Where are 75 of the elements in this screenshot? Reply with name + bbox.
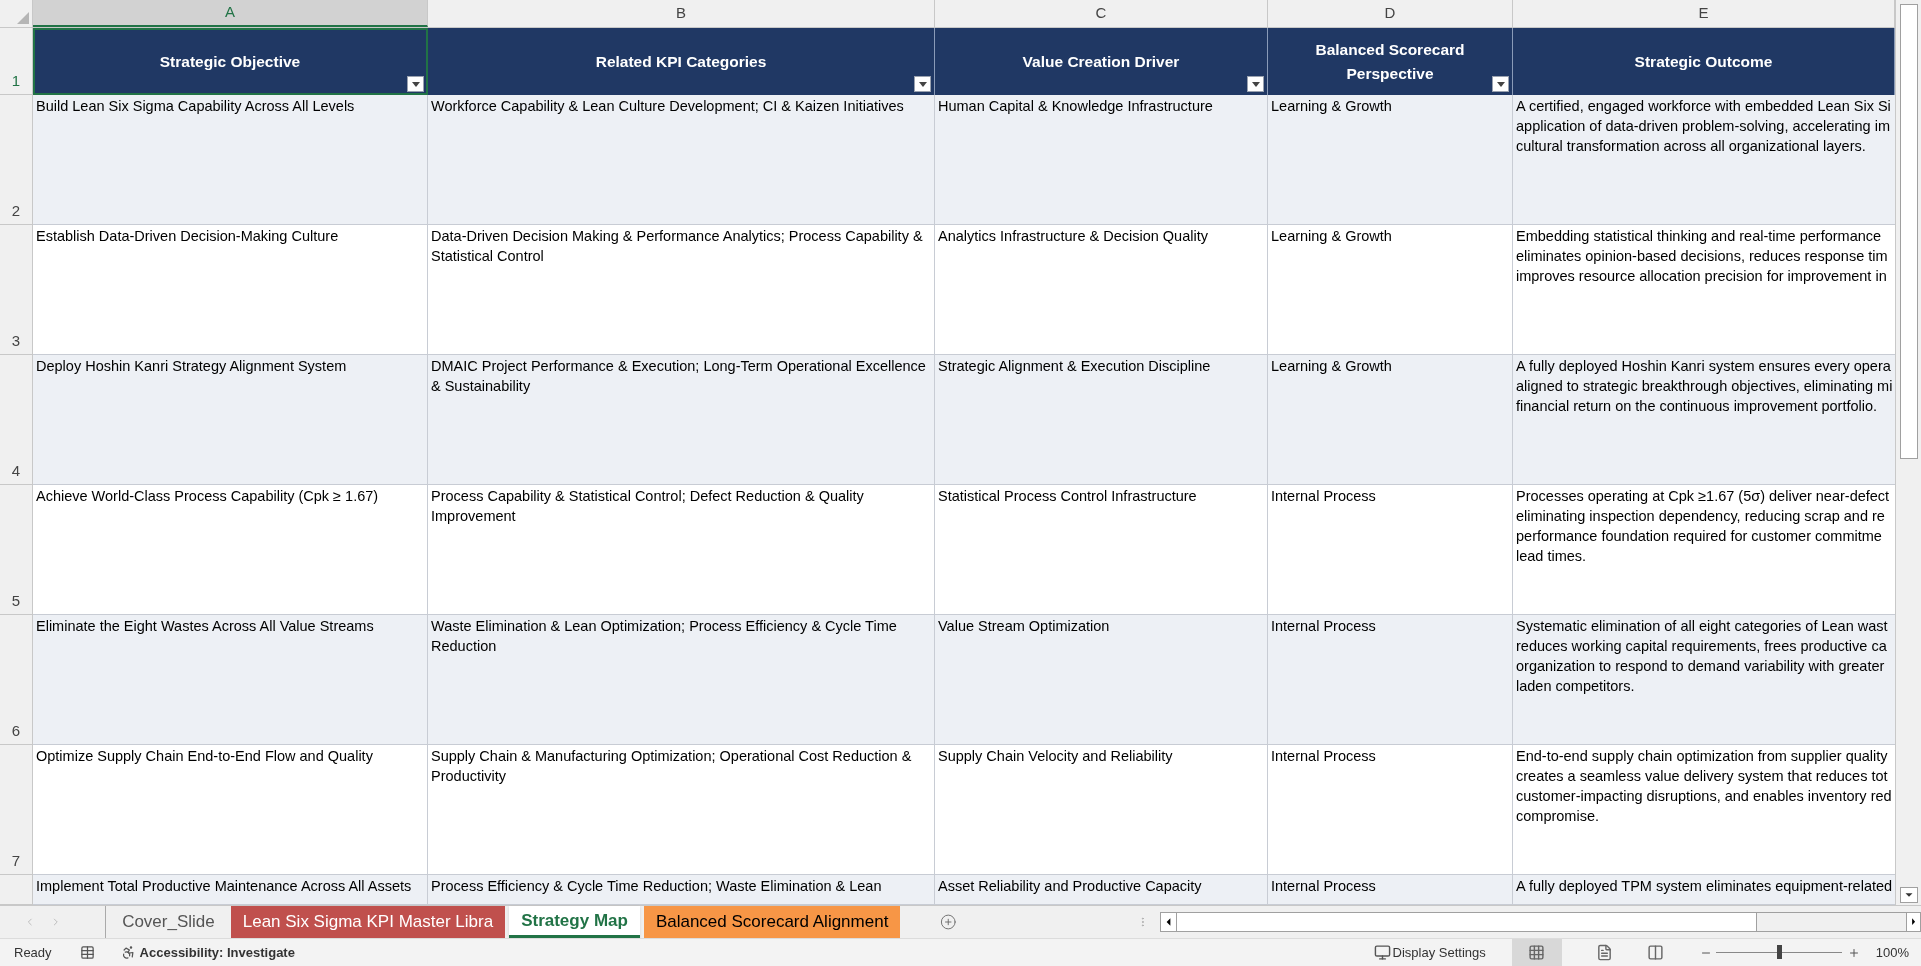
table-cell: Internal Process	[1268, 875, 1513, 905]
table-cell: Process Capability & Statistical Control; Defect Reduction & Quality Improvement	[428, 485, 935, 615]
display-settings-link[interactable]: Display Settings	[1392, 942, 1486, 963]
table-cell: Internal Process	[1268, 745, 1513, 875]
row-header[interactable]: 6	[0, 615, 33, 745]
zoom-in-icon[interactable]	[1847, 946, 1860, 959]
column-header[interactable]: B	[428, 0, 935, 27]
table-cell: A fully deployed TPM system eliminates equipment-related	[1513, 875, 1895, 905]
display-settings-icon[interactable]	[1373, 944, 1391, 961]
row-header[interactable]: 2	[0, 95, 33, 225]
table-cell: Deploy Hoshin Kanri Strategy Alignment System	[33, 355, 428, 485]
scrollbar-thumb[interactable]	[1899, 4, 1918, 459]
table-cell: Internal Process	[1268, 485, 1513, 615]
caret-icon	[1251, 81, 1260, 87]
sheet-tab[interactable]: Balanced Scorecard Alignment	[643, 906, 901, 938]
sheet-tab[interactable]: Strategy Map	[509, 906, 640, 938]
header-cell: Related KPI Categories	[428, 28, 935, 95]
accessibility-icon[interactable]	[120, 945, 136, 960]
table-cell: Achieve World-Class Process Capability (Cpk ≥ 1.67)	[33, 485, 428, 615]
filter-dropdown-button[interactable]	[1247, 76, 1264, 92]
filter-dropdown-button[interactable]	[407, 76, 424, 92]
row-header[interactable]: 5	[0, 485, 33, 615]
table-cell: Statistical Process Control Infrastructure	[935, 485, 1268, 615]
column-header[interactable]: A	[33, 0, 428, 27]
column-header[interactable]: D	[1268, 0, 1513, 27]
table-cell: Learning & Growth	[1268, 95, 1513, 225]
row-header[interactable]: 7	[0, 745, 33, 875]
zoom-percentage[interactable]: 100%	[1875, 942, 1909, 963]
page-break-view-icon[interactable]	[1646, 944, 1664, 961]
table-cell: Waste Elimination & Lean Optimization; Process Efficiency & Cycle Time Reduction	[428, 615, 935, 745]
column-header[interactable]: C	[935, 0, 1268, 27]
table-cell: Analytics Infrastructure & Decision Quality	[935, 225, 1268, 355]
horizontal-scrollbar[interactable]	[1160, 912, 1758, 932]
table-cell: Process Efficiency & Cycle Time Reduction; Waste Elimination & Lean	[428, 875, 935, 905]
filter-dropdown-button[interactable]	[914, 76, 931, 92]
table-cell: Strategic Alignment & Execution Discipline	[935, 355, 1268, 485]
table-cell: Build Lean Six Sigma Capability Across All Levels	[33, 95, 428, 225]
table-cell: Supply Chain & Manufacturing Optimization; Operational Cost Reduction & Productivity	[428, 745, 935, 875]
table-cell: Value Stream Optimization	[935, 615, 1268, 745]
table-cell: Systematic elimination of all eight categories of Lean wast reduces working capital requirements, frees productive ca organization to respond to demand variability with greater laden competitors.	[1513, 615, 1895, 745]
normal-view-icon[interactable]	[1528, 944, 1546, 961]
header-cell: Balanced Scorecard Perspective	[1268, 28, 1513, 95]
table-cell: Eliminate the Eight Wastes Across All Value Streams	[33, 615, 428, 745]
header-cell: Strategic Objective	[33, 28, 428, 95]
status-text: Ready	[14, 943, 52, 962]
row-header[interactable]: 4	[0, 355, 33, 485]
table-cell: Optimize Supply Chain End-to-End Flow and Quality	[33, 745, 428, 875]
page-layout-view-icon[interactable]	[1595, 944, 1613, 961]
header-cell: Strategic Outcome	[1513, 28, 1895, 95]
table-cell: Implement Total Productive Maintenance Across All Assets	[33, 875, 428, 905]
caret-icon	[411, 81, 420, 87]
table-cell: Workforce Capability & Lean Culture Development; CI & Kaizen Initiatives	[428, 95, 935, 225]
table-cell: Establish Data-Driven Decision-Making Culture	[33, 225, 428, 355]
zoom-slider-thumb[interactable]	[1776, 945, 1782, 959]
sheet-tab[interactable]: Cover_Slide	[110, 906, 227, 938]
table-cell: Data-Driven Decision Making & Performance Analytics; Process Capability & Statistical Control	[428, 225, 935, 355]
table-cell: A certified, engaged workforce with embedded Lean Six Si application of data-driven problem-solving, accelerating im cultural transformation across all organizational layers.	[1513, 95, 1895, 225]
filter-dropdown-button[interactable]	[1492, 76, 1509, 92]
table-cell: DMAIC Project Performance & Execution; Long-Term Operational Excellence & Sustainability	[428, 355, 935, 485]
caret-icon	[918, 81, 927, 87]
table-cell: A fully deployed Hoshin Kanri system ensures every opera aligned to strategic breakthrough objectives, eliminating mi financial return on the continuous improvement portfolio.	[1513, 355, 1895, 485]
table-cell: Learning & Growth	[1268, 355, 1513, 485]
table-cell: Internal Process	[1268, 615, 1513, 745]
header-cell: Value Creation Driver	[935, 28, 1268, 95]
spreadsheet-icon[interactable]	[79, 945, 95, 960]
table-cell: Supply Chain Velocity and Reliability	[935, 745, 1268, 875]
table-cell: Human Capital & Knowledge Infrastructure	[935, 95, 1268, 225]
table-cell: Asset Reliability and Productive Capacity	[935, 875, 1268, 905]
row-header[interactable]: 1	[0, 28, 33, 95]
sheet-tab[interactable]: Lean Six Sigma KPI Master Libra	[230, 906, 506, 938]
accessibility-status[interactable]: Accessibility: Investigate	[139, 942, 295, 963]
row-header[interactable]: 3	[0, 225, 33, 355]
table-cell: Learning & Growth	[1268, 225, 1513, 355]
add-sheet-icon[interactable]	[940, 912, 957, 932]
caret-icon	[1496, 81, 1505, 87]
